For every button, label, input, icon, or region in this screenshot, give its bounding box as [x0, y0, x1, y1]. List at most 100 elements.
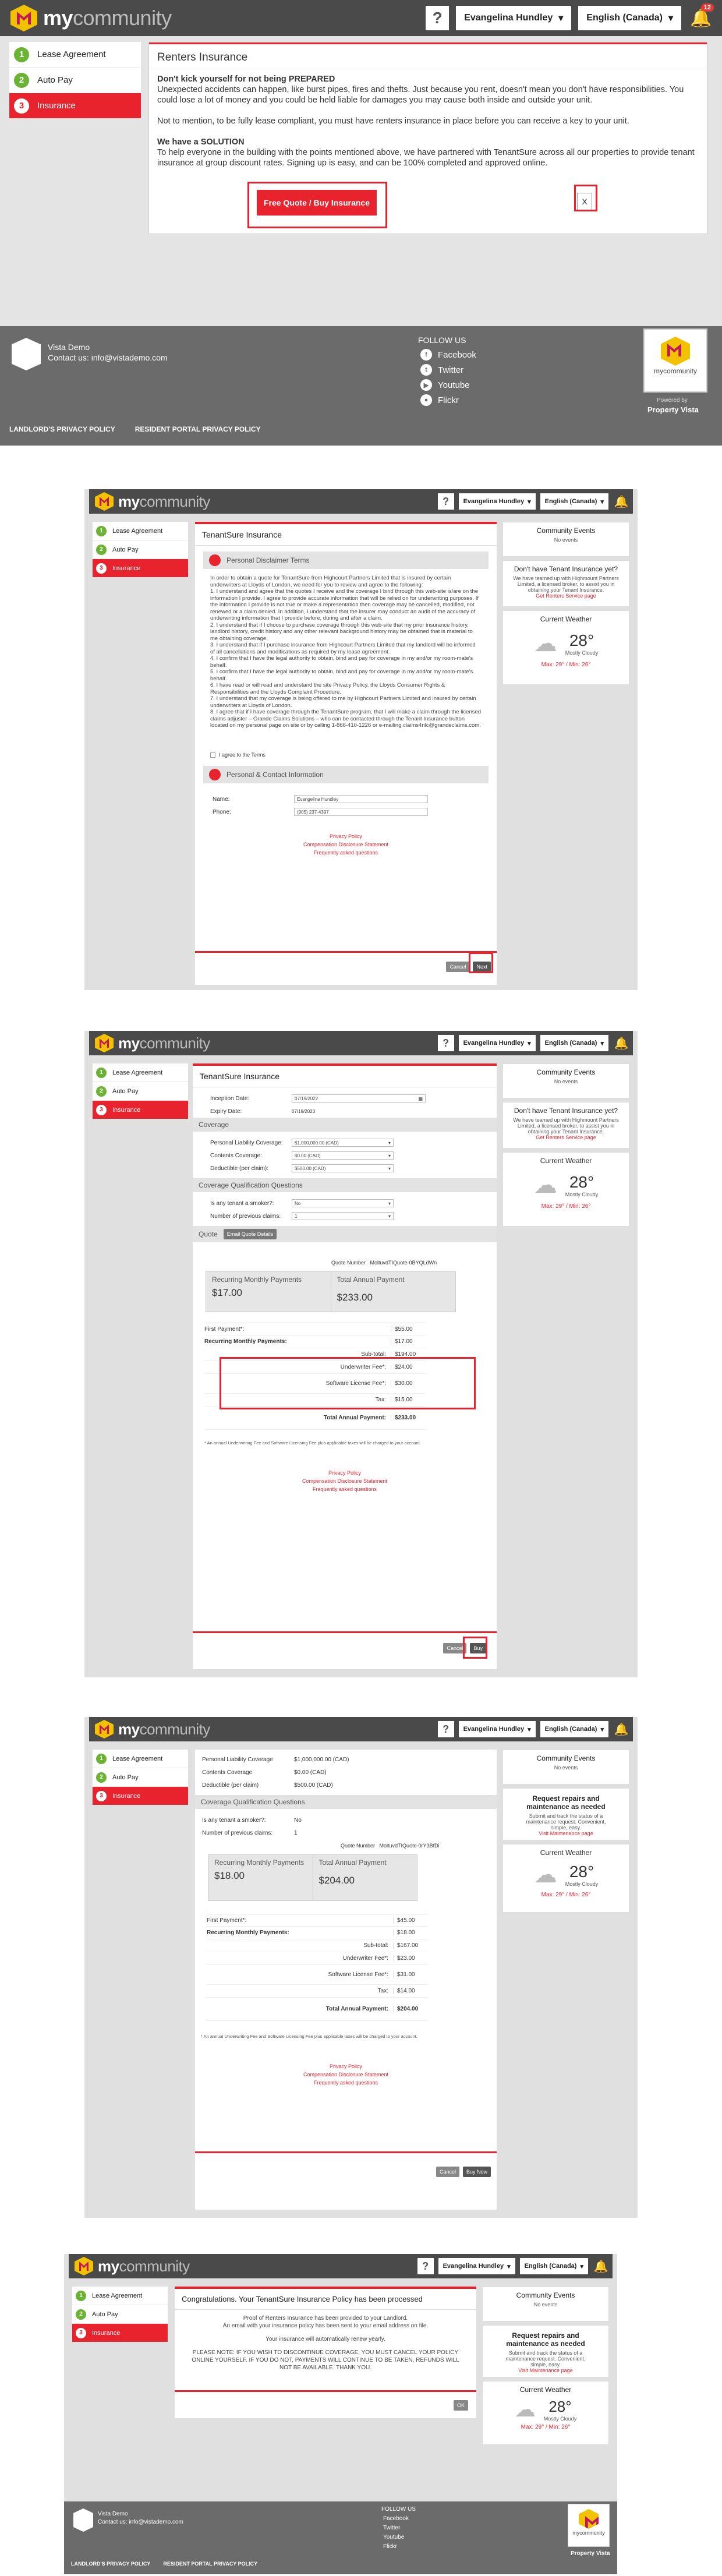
name-field[interactable]: Evangelina Hundley — [294, 795, 428, 803]
landlord-privacy-link[interactable]: LANDLORD'S PRIVACY POLICY — [9, 425, 115, 433]
help-button[interactable]: ? — [417, 2258, 434, 2274]
calendar-icon: ▦ — [418, 1096, 423, 1101]
community-events-widget: Community Events No events — [502, 1063, 629, 1098]
widget-link[interactable]: Visit Maintenance page — [503, 1831, 629, 1836]
widget-link[interactable]: Get Renters Service page — [503, 1135, 629, 1140]
smoker-select[interactable]: No ▾ — [292, 1199, 394, 1207]
language-name: English (Canada) — [544, 1726, 597, 1733]
user-menu-button[interactable]: Evangelina Hundley ▾ — [458, 1721, 536, 1737]
agree-checkbox-row[interactable]: I agree to the Terms — [210, 752, 482, 758]
inception-field[interactable]: 07/19/2022 ▦ — [292, 1094, 426, 1103]
notifications-bell-icon[interactable]: 🔔 — [613, 1721, 629, 1737]
ok-button[interactable]: OK — [453, 2400, 468, 2411]
privacy-policy-link[interactable]: Privacy Policy — [195, 832, 497, 840]
sidebar-item-lease[interactable]: 1 Lease Agreement — [93, 1063, 188, 1082]
notifications-bell-icon[interactable]: 🔔 — [613, 493, 629, 510]
sidebar-item-autopay[interactable]: 2 Auto Pay — [93, 1082, 188, 1101]
compensation-disclosure-link[interactable]: Compensation Disclosure Statement — [193, 1477, 497, 1485]
language-menu-button[interactable]: English (Canada) ▾ — [519, 2258, 588, 2274]
language-menu-button[interactable]: English (Canada) ▾ — [540, 493, 608, 510]
sidebar-item-lease[interactable]: 1 Lease Agreement — [9, 42, 141, 68]
sidebar-item-lease[interactable]: 1 Lease Agreement — [93, 1750, 188, 1768]
fee-footnote: * An annual Underwriting Fee and Softwar… — [204, 1440, 421, 1446]
screen-confirmation: mycommunity ? Evangelina Hundley ▾ Englis… — [64, 2254, 617, 2574]
app-logo[interactable]: mycommunity — [10, 5, 172, 31]
underwriter-fee-value: $23.00 — [393, 1955, 428, 1962]
sidebar-item-insurance[interactable]: 3 Insurance — [93, 1787, 188, 1805]
user-menu-button[interactable]: Evangelina Hundley ▾ — [456, 6, 572, 30]
social-facebook[interactable]: f Facebook — [420, 347, 476, 362]
social-youtube[interactable]: ▶ Youtube — [420, 377, 476, 393]
app-logo[interactable]: mycommunity — [95, 492, 210, 511]
social-facebook[interactable]: Facebook — [383, 2514, 409, 2524]
faq-link[interactable]: Frequently asked questions — [195, 2079, 497, 2087]
deductible-select[interactable]: $500.00 (CAD) ▾ — [292, 1164, 394, 1172]
user-menu-button[interactable]: Evangelina Hundley ▾ — [438, 2258, 515, 2274]
notifications-bell-icon[interactable]: 🔔 — [613, 1035, 629, 1051]
contact-email[interactable]: Contact us: info@vistademo.com — [98, 2519, 183, 2525]
faq-link[interactable]: Frequently asked questions — [195, 849, 497, 857]
language-menu-button[interactable]: English (Canada) ▾ — [540, 1721, 608, 1737]
temperature: 28° — [569, 631, 594, 649]
language-menu-button[interactable]: English (Canada) ▾ — [578, 6, 681, 30]
resident-privacy-link[interactable]: RESIDENT PORTAL PRIVACY POLICY — [135, 425, 261, 433]
buy-now-button[interactable]: Buy Now — [462, 2167, 491, 2177]
cloud-icon: ☁ — [533, 1172, 557, 1198]
name-label: Name: — [213, 796, 230, 803]
contact-email[interactable]: Contact us: info@vistademo.com — [48, 353, 168, 362]
help-button[interactable]: ? — [437, 1035, 454, 1051]
badge-hex-icon — [579, 2509, 599, 2529]
payment-summary: Recurring Monthly Payments $17.00 Total A… — [206, 1271, 456, 1312]
claims-select[interactable]: 1 ▾ — [292, 1212, 394, 1220]
resident-privacy-link[interactable]: RESIDENT PORTAL PRIVACY POLICY — [163, 2561, 257, 2567]
email-quote-button[interactable]: Email Quote Details — [223, 1229, 277, 1239]
claims-label: Number of previous claims: — [210, 1213, 281, 1220]
landlord-privacy-link[interactable]: LANDLORD'S PRIVACY POLICY — [71, 2561, 150, 2567]
social-flickr[interactable]: ● Flickr — [420, 393, 476, 408]
privacy-policy-link[interactable]: Privacy Policy — [195, 2062, 497, 2070]
widget-link[interactable]: Visit Maintenance page — [483, 2367, 608, 2373]
top-navbar: mycommunity ? Evangelina Hundley ▾ Englis… — [89, 1031, 633, 1055]
privacy-policy-link[interactable]: Privacy Policy — [193, 1469, 497, 1477]
help-button[interactable]: ? — [426, 6, 450, 30]
app-logo[interactable]: mycommunity — [95, 1720, 210, 1738]
compensation-disclosure-link[interactable]: Compensation Disclosure Statement — [195, 840, 497, 849]
condition: Mostly Cloudy — [565, 1192, 599, 1197]
sidebar-item-insurance[interactable]: 3 Insurance — [72, 2324, 168, 2342]
sidebar-item-autopay[interactable]: 2 Auto Pay — [9, 68, 141, 93]
faq-link[interactable]: Frequently asked questions — [193, 1485, 497, 1493]
notifications-bell-icon[interactable]: 🔔 12 — [688, 3, 714, 30]
user-menu-button[interactable]: Evangelina Hundley ▾ — [458, 493, 536, 510]
compensation-disclosure-link[interactable]: Compensation Disclosure Statement — [195, 2070, 497, 2079]
phone-field[interactable]: (905) 237-4397 — [294, 808, 428, 816]
sidebar-item-insurance[interactable]: 3 Insurance — [93, 1101, 188, 1119]
app-logo[interactable]: mycommunity — [95, 1034, 210, 1052]
sidebar-item-autopay[interactable]: 2 Auto Pay — [72, 2305, 168, 2324]
notifications-bell-icon[interactable]: 🔔 — [593, 2258, 609, 2274]
contents-select[interactable]: $0.00 (CAD) ▾ — [292, 1151, 394, 1160]
social-twitter[interactable]: t Twitter — [420, 362, 476, 377]
logo-text-bold: my — [118, 1034, 140, 1052]
liability-select[interactable]: $1,000,000.00 (CAD) ▾ — [292, 1139, 394, 1147]
sidebar-item-lease[interactable]: 1 Lease Agreement — [93, 522, 188, 540]
help-button[interactable]: ? — [437, 1721, 454, 1737]
cancel-button[interactable]: Cancel — [436, 2167, 459, 2177]
language-menu-button[interactable]: English (Canada) ▾ — [540, 1035, 608, 1051]
social-youtube[interactable]: Youtube — [383, 2533, 409, 2542]
social-flickr[interactable]: Flickr — [383, 2542, 409, 2552]
help-button[interactable]: ? — [437, 493, 454, 510]
sidebar-item-autopay[interactable]: 2 Auto Pay — [93, 1768, 188, 1787]
sidebar-item-insurance[interactable]: 3 Insurance — [9, 93, 141, 119]
widget-link[interactable]: Get Renters Service page — [503, 593, 629, 599]
compliance-text: Not to mention, to be fully lease compli… — [157, 116, 629, 126]
social-twitter[interactable]: Twitter — [383, 2524, 409, 2533]
step-number: 3 — [76, 2327, 86, 2338]
cancel-button[interactable]: Cancel — [446, 962, 470, 972]
user-menu-button[interactable]: Evangelina Hundley ▾ — [458, 1035, 536, 1051]
sidebar-item-autopay[interactable]: 2 Auto Pay — [93, 540, 188, 559]
temperature: 28° — [569, 1863, 594, 1881]
agree-checkbox[interactable] — [210, 752, 215, 758]
sidebar-item-lease[interactable]: 1 Lease Agreement — [72, 2287, 168, 2305]
app-logo[interactable]: mycommunity — [75, 2257, 190, 2275]
sidebar-item-insurance[interactable]: 3 Insurance — [93, 559, 188, 578]
